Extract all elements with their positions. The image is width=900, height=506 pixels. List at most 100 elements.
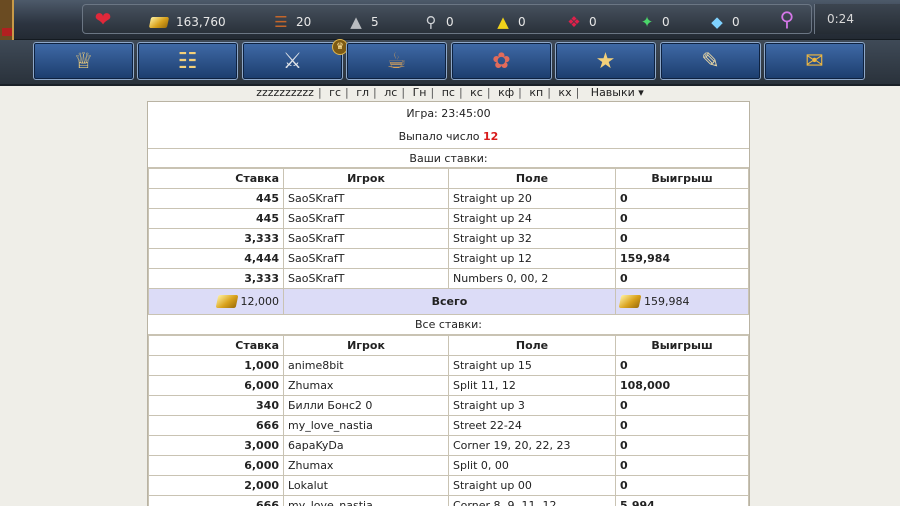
win-cell: 0 xyxy=(615,395,749,416)
subnav-link-kh[interactable]: кх xyxy=(556,86,573,99)
dropped-number-line: Выпало число 12 xyxy=(148,125,749,148)
table-row: 3,333 SaoSKrafT Numbers 0, 00, 20 xyxy=(148,268,749,289)
subnav-link-home[interactable]: zzzzzzzzzz xyxy=(254,86,316,99)
table-row: 3,333 SaoSKrafT Straight up 32 0 xyxy=(148,228,749,249)
table-row: 4,444 SaoSKrafT Straight up 12 159,984 xyxy=(148,248,749,269)
total-row: 12,000 Всего 159,984 xyxy=(148,288,749,315)
gems-resource: ❖ 0 xyxy=(563,11,597,33)
diamond-icon: ◆ xyxy=(711,13,723,31)
subnav-link-ps[interactable]: пс xyxy=(440,86,457,99)
subnav-link-gl[interactable]: гл xyxy=(354,86,371,99)
health-indicator[interactable]: ❤ xyxy=(92,7,118,31)
player-cell: my_love_nastia xyxy=(283,495,449,506)
gold-bars-icon xyxy=(215,295,238,309)
main-nav: ♕ ☷ ⚔ ♛ ☕ ✿ ★ ✎ ✉ xyxy=(0,39,900,86)
subnav-link-gs[interactable]: гс xyxy=(327,86,343,99)
left-corner-ornament xyxy=(0,0,14,40)
win-cell: 0 xyxy=(615,188,749,209)
total-win: 159,984 xyxy=(644,294,690,308)
total-win-cell: 159,984 xyxy=(615,288,749,315)
scroll-icon: ✎ xyxy=(701,48,720,74)
field-cell: Straight up 15 xyxy=(448,355,616,376)
knight-helmet-icon: ♕ xyxy=(73,48,94,74)
map-scroll-icon: ☷ xyxy=(177,48,198,74)
table-row: 340 Билли Бонс2 0 Straight up 30 xyxy=(148,395,749,416)
potion-button[interactable]: ⚲ xyxy=(776,7,802,31)
bet-cell: 3,000 xyxy=(148,435,284,456)
roulette-icon: ✿ xyxy=(492,48,511,74)
field-cell: Straight up 3 xyxy=(448,395,616,416)
nav-ratings-button[interactable]: ★ xyxy=(555,42,656,80)
player-cell: Билли Бонс2 0 xyxy=(283,395,449,416)
all-bets-table: Ставка Игрок Поле Выигрыш 1,000 anime8bit… xyxy=(148,335,749,506)
table-row: 1,000 anime8bit Straight up 15 0 xyxy=(148,355,749,376)
win-cell: 0 xyxy=(615,455,749,476)
skills-dropdown[interactable]: Навыки ▾ xyxy=(589,86,646,99)
win-cell: 0 xyxy=(615,475,749,496)
subnav-link-kf[interactable]: кф xyxy=(496,86,516,99)
field-cell: Street 22-24 xyxy=(448,415,616,436)
nav-hero-button[interactable]: ♕ xyxy=(33,42,134,80)
win-cell: 0 xyxy=(615,228,749,249)
table-row: 666 my_love_nastia Street 22-24 0 xyxy=(148,415,749,436)
wood-amount: 20 xyxy=(296,15,312,29)
column-header-win: Выигрыш xyxy=(615,168,749,189)
bet-cell: 3,333 xyxy=(148,268,284,289)
table-row: 6,000 Zhumax Split 0, 00 0 xyxy=(148,455,749,476)
subnav-link-ks[interactable]: кс xyxy=(468,86,485,99)
bet-cell: 2,000 xyxy=(148,475,284,496)
nav-messages-button[interactable]: ✉ xyxy=(764,42,865,80)
field-cell: Straight up 24 xyxy=(448,208,616,229)
metal-amount: 0 xyxy=(446,15,454,29)
win-cell: 108,000 xyxy=(615,375,749,396)
table-header-row: Ставка Игрок Поле Выигрыш xyxy=(148,335,749,356)
diamond-amount: 0 xyxy=(732,15,740,29)
bet-cell: 1,000 xyxy=(148,355,284,376)
win-cell: 0 xyxy=(615,268,749,289)
field-cell: Straight up 32 xyxy=(448,228,616,249)
nav-quests-button[interactable]: ✎ xyxy=(660,42,761,80)
total-bet: 12,000 xyxy=(240,294,280,308)
column-header-field: Поле xyxy=(448,335,616,356)
nav-map-button[interactable]: ☷ xyxy=(137,42,238,80)
stars-icon: ★ xyxy=(595,48,616,74)
table-row: 445 SaoSKrafT Straight up 20 0 xyxy=(148,188,749,209)
nav-tavern-button[interactable]: ☕ xyxy=(346,42,447,80)
field-cell: Straight up 00 xyxy=(448,475,616,496)
bet-cell: 6,000 xyxy=(148,455,284,476)
message-icon: ✉ xyxy=(805,48,824,74)
field-cell: Split 0, 00 xyxy=(448,455,616,476)
gems-amount: 0 xyxy=(589,15,597,29)
player-cell: Zhumax xyxy=(283,375,449,396)
bet-cell: 445 xyxy=(148,188,284,209)
table-row: 3,000 6араKyDa Corner 19, 20, 22, 23 0 xyxy=(148,435,749,456)
subnav-link-kp[interactable]: кп xyxy=(527,86,545,99)
win-cell: 159,984 xyxy=(615,248,749,269)
nav-battle-button[interactable]: ⚔ ♛ xyxy=(242,39,348,80)
win-cell: 0 xyxy=(615,355,749,376)
field-cell: Straight up 20 xyxy=(448,188,616,209)
player-cell: anime8bit xyxy=(283,355,449,376)
resource-bar: ❤ 163,760 ☰ 20 ▲ 5 ⚲ 0 ▲ 0 ❖ 0 ✦ 0 ◆ 0 ⚲… xyxy=(0,0,900,40)
anvil-icon: ⚲ xyxy=(425,13,437,31)
field-cell: Corner 19, 20, 22, 23 xyxy=(448,435,616,456)
tavern-mug-icon: ☕ xyxy=(386,48,407,74)
column-header-field: Поле xyxy=(448,168,616,189)
subnav-link-ls[interactable]: лс xyxy=(382,86,399,99)
roulette-results-panel: Игра: 23:45:00 Выпало число 12 Ваши став… xyxy=(147,101,750,506)
column-header-bet: Ставка xyxy=(148,168,284,189)
sulfur-pile-icon: ▲ xyxy=(497,13,509,31)
crystal-resource: ✦ 0 xyxy=(636,11,670,33)
nav-roulette-button[interactable]: ✿ xyxy=(451,42,552,80)
diamond-resource: ◆ 0 xyxy=(706,11,740,33)
field-cell: Straight up 12 xyxy=(448,248,616,269)
gold-resource: 163,760 xyxy=(148,11,226,33)
field-cell: Split 11, 12 xyxy=(448,375,616,396)
clock-time: 0:24 xyxy=(827,12,854,26)
subnav-link-gn[interactable]: Гн xyxy=(411,86,429,99)
gold-bars-icon xyxy=(618,295,642,309)
your-bets-title: Ваши ставки: xyxy=(148,148,749,168)
player-cell: Lokalut xyxy=(283,475,449,496)
player-cell: my_love_nastia xyxy=(283,415,449,436)
bet-cell: 445 xyxy=(148,208,284,229)
